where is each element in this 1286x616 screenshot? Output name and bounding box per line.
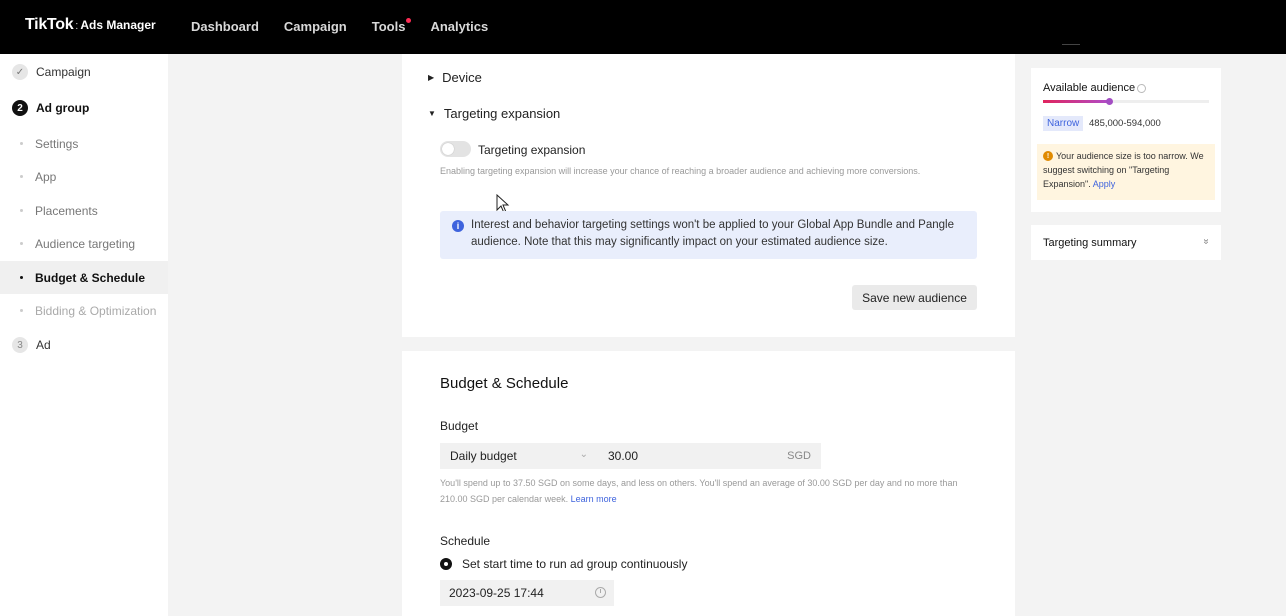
nav-dashboard[interactable]: Dashboard [191,19,259,34]
budget-type-value: Daily budget [450,449,517,463]
nav-tools[interactable]: Tools [371,18,412,34]
schedule-continuous-radio[interactable] [440,558,452,570]
sidebar-item-label: Placements [35,203,98,218]
step-ad[interactable]: 3 Ad [12,337,51,353]
budget-amount-input[interactable]: 30.00 SGD [598,443,821,469]
audience-status-badge: Narrow [1043,116,1084,131]
info-icon[interactable] [1137,83,1147,93]
check-icon: ✓ [12,64,28,80]
targeting-expansion-section-label: Targeting expansion [443,106,561,121]
logo-separator: : [75,20,79,32]
bullet-icon [20,209,23,212]
learn-more-link[interactable]: Learn more [571,494,617,504]
budget-help-body: You'll spend up to 37.50 SGD on some day… [440,478,958,504]
sidebar-item-label: Budget & Schedule [35,270,146,285]
step-label: Ad group [36,101,90,115]
step-number: 2 [12,100,28,116]
step-label: Campaign [36,65,91,79]
sidebar-item-settings[interactable]: Settings [0,127,168,160]
device-label: Device [442,70,482,85]
sidebar-item-audience-targeting[interactable]: Audience targeting [0,227,168,260]
sidebar-item-app[interactable]: App [0,160,168,193]
audience-meter-fill [1043,100,1110,103]
audience-title: Available audience [1043,82,1147,94]
currency-label: SGD [787,450,811,462]
budget-amount-value: 30.00 [608,449,639,463]
audience-meter-marker [1106,98,1114,105]
creation-steps-sidebar: ✓ Campaign 2 Ad group Settings App Place… [0,54,168,616]
top-navigation-bar: TikTok : Ads Manager Dashboard Campaign … [0,0,1286,54]
apply-link[interactable]: Apply [1093,179,1116,189]
sidebar-item-label: Settings [35,136,79,151]
sidebar-item-budget-schedule[interactable]: Budget & Schedule [0,261,168,294]
clock-icon [595,587,606,598]
main-nav: Dashboard Campaign Tools Analytics [191,18,513,34]
schedule-option-label: Set start time to run ad group continuou… [462,557,688,571]
targeting-summary-panel[interactable]: Targeting summary » [1031,225,1221,260]
info-notice: i Interest and behavior targeting settin… [440,211,977,259]
budget-label: Budget [440,419,479,433]
bullet-icon [20,309,23,312]
chevron-down-icon: ⌄ [579,449,588,460]
warning-text: Your audience size is too narrow. We sug… [1043,149,1211,191]
start-time-input[interactable]: 2023-09-25 17:44 [440,580,614,606]
audience-size-meter [1043,98,1209,105]
info-icon: i [452,220,464,232]
switch-knob [442,143,454,155]
audience-warning: ! Your audience size is too narrow. We s… [1037,144,1215,200]
targeting-expansion-description: Enabling targeting expansion will increa… [440,166,921,176]
logo-sub: Ads Manager [80,18,156,32]
nav-analytics[interactable]: Analytics [430,19,488,34]
sidebar-item-bidding-optimization[interactable]: Bidding & Optimization [0,294,168,327]
schedule-label: Schedule [440,534,491,548]
budget-help-text: You'll spend up to 37.50 SGD on some day… [440,475,970,507]
bullet-icon [20,242,23,245]
targeting-expansion-section-toggle[interactable]: ▼ Targeting expansion [428,106,560,121]
targeting-card: ▶ Device ▼ Targeting expansion Targeting… [402,54,1015,337]
caret-down-icon: ▼ [428,109,436,118]
bullet-icon [20,142,23,145]
logo-main: TikTok [25,16,74,33]
budget-schedule-card: Budget & Schedule Budget Daily budget ⌄ … [402,351,1015,616]
section-title: Budget & Schedule [440,375,569,392]
bullet-icon [20,276,23,279]
sidebar-item-label: Audience targeting [35,236,136,251]
targeting-expansion-label: Targeting expansion [478,143,586,157]
notification-dot [406,18,412,23]
warning-body: Your audience size is too narrow. We sug… [1043,151,1204,189]
audience-title-text: Available audience [1043,82,1136,94]
caret-right-icon: ▶ [428,73,435,82]
device-section-toggle[interactable]: ▶ Device [428,70,482,85]
step-label: Ad [36,338,51,352]
audience-range: 485,000-594,000 [1089,118,1161,129]
divider [1062,44,1080,45]
step-ad-group[interactable]: 2 Ad group [12,100,89,116]
sidebar-item-label: App [35,169,57,184]
save-new-audience-button[interactable]: Save new audience [852,285,977,310]
nav-campaign[interactable]: Campaign [284,19,347,34]
step-number: 3 [12,337,28,353]
targeting-expansion-switch[interactable] [440,141,471,157]
start-time-value: 2023-09-25 17:44 [449,586,544,600]
targeting-summary-title: Targeting summary [1043,237,1137,249]
sidebar-item-placements[interactable]: Placements [0,194,168,227]
tiktok-ads-manager-logo[interactable]: TikTok : Ads Manager [25,16,156,34]
bullet-icon [20,175,23,178]
double-chevron-down-icon[interactable]: » [1201,239,1212,245]
nav-tools-label: Tools [371,19,406,34]
available-audience-card: Available audience Narrow 485,000-594,00… [1031,68,1221,212]
sidebar-item-label: Bidding & Optimization [35,303,157,318]
budget-type-select[interactable]: Daily budget ⌄ [440,443,598,469]
step-campaign[interactable]: ✓ Campaign [12,64,91,80]
notice-text: Interest and behavior targeting settings… [471,219,954,248]
